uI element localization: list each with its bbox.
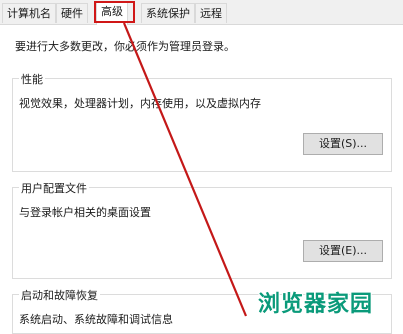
tab-computer-name[interactable]: 计算机名 [2, 3, 56, 23]
performance-group: 性能 视觉效果，处理器计划，内存使用，以及虚拟内存 设置(S)... [12, 71, 392, 172]
startup-recovery-title: 启动和故障恢复 [19, 287, 100, 303]
tab-remote[interactable]: 远程 [195, 3, 227, 23]
startup-recovery-desc: 系统启动、系统故障和调试信息 [19, 313, 173, 326]
user-profiles-title: 用户配置文件 [19, 180, 89, 196]
performance-title: 性能 [19, 71, 45, 87]
user-profiles-settings-button[interactable]: 设置(E)... [303, 240, 383, 262]
watermark-logo: 浏览器家园 [258, 292, 374, 317]
user-profiles-group: 用户配置文件 与登录帐户相关的桌面设置 设置(E)... [12, 180, 392, 279]
tab-system-protection[interactable]: 系统保护 [141, 3, 195, 23]
performance-settings-button[interactable]: 设置(S)... [303, 133, 383, 155]
tab-hardware[interactable]: 硬件 [56, 3, 88, 23]
admin-notice: 要进行大多数更改，你必须作为管理员登录。 [15, 40, 235, 53]
performance-desc: 视觉效果，处理器计划，内存使用，以及虚拟内存 [19, 97, 261, 110]
tab-advanced[interactable]: 高级 [96, 1, 128, 25]
user-profiles-desc: 与登录帐户相关的桌面设置 [19, 206, 151, 219]
tab-bar: 计算机名 硬件 高级 系统保护 远程 [0, 0, 403, 25]
